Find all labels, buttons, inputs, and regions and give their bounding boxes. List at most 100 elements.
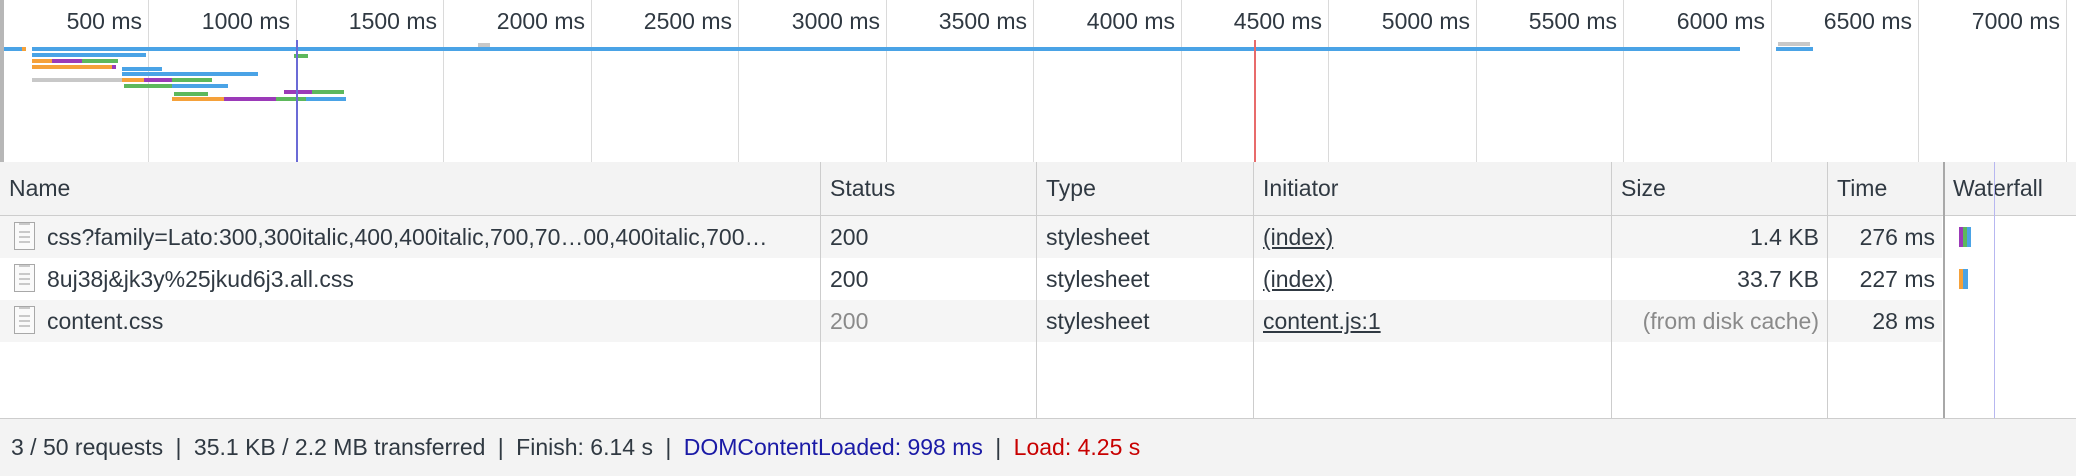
separator: | — [175, 434, 182, 460]
overview-request-segment — [122, 78, 144, 82]
table-header: Name Status Type Initiator Size Time Wat… — [0, 162, 2076, 216]
overview-tick-label: 3500 ms — [938, 8, 1027, 34]
request-count: 3 / 50 requests — [11, 434, 164, 460]
table-row[interactable]: 8uj38j&jk3y%25jkud6j3.all.css 200 styles… — [0, 258, 1942, 300]
overview-request-segment — [284, 90, 312, 94]
overview-tick-label: 4000 ms — [1086, 8, 1175, 34]
request-initiator-link[interactable]: (index) — [1263, 258, 1603, 300]
overview-request-segment — [1778, 42, 1810, 46]
domcontentloaded-time: DOMContentLoaded: 998 ms — [683, 434, 983, 460]
overview-request-segment — [82, 53, 146, 57]
column-header-status[interactable]: Status — [821, 162, 1036, 215]
overview-gridline — [1328, 0, 1329, 162]
overview-request-segment — [22, 47, 26, 51]
document-icon — [14, 264, 35, 292]
request-type: stylesheet — [1046, 308, 1150, 334]
request-name[interactable]: 8uj38j&jk3y%25jkud6j3.all.css — [47, 258, 812, 300]
overview-request-segment — [32, 65, 112, 69]
load-marker — [1254, 40, 1256, 162]
separator: | — [665, 434, 672, 460]
request-size: 33.7 KB — [1737, 266, 1819, 292]
request-type: stylesheet — [1046, 266, 1150, 292]
overview-request-segment — [82, 59, 118, 63]
network-request-table: Name Status Type Initiator Size Time Wat… — [0, 162, 2076, 418]
overview-tick-label: 5000 ms — [1381, 8, 1470, 34]
overview-gridline — [1623, 0, 1624, 162]
load-time: Load: 4.25 s — [1013, 434, 1141, 460]
overview-tick-label: 5500 ms — [1528, 8, 1617, 34]
waterfall-bar — [1967, 227, 1971, 247]
overview-request-segment — [1776, 47, 1813, 51]
overview-request-segment — [172, 84, 228, 88]
request-type: stylesheet — [1046, 224, 1150, 250]
column-header-type[interactable]: Type — [1037, 162, 1253, 215]
overview-gridline — [443, 0, 444, 162]
overview-request-segment — [172, 97, 224, 101]
overview-tick-label: 2500 ms — [643, 8, 732, 34]
overview-request-segment — [32, 78, 122, 82]
overview-gridline — [2066, 0, 2067, 162]
request-name[interactable]: css?family=Lato:300,300italic,400,400ita… — [47, 216, 812, 258]
overview-tick-label: 6500 ms — [1823, 8, 1912, 34]
request-status: 200 — [830, 224, 869, 250]
overview-gridline — [1033, 0, 1034, 162]
overview-tick-label: 7000 ms — [1971, 8, 2060, 34]
overview-request-segment — [32, 59, 52, 63]
overview-tick-label: 6000 ms — [1676, 8, 1765, 34]
overview-request-segment — [172, 78, 212, 82]
column-header-size[interactable]: Size — [1612, 162, 1827, 215]
column-header-time[interactable]: Time — [1828, 162, 1943, 215]
request-time: 227 ms — [1859, 266, 1935, 292]
request-initiator-link[interactable]: (index) — [1263, 216, 1603, 258]
overview-request-segment — [478, 43, 490, 47]
overview-request-segment — [312, 90, 344, 94]
request-time: 28 ms — [1872, 308, 1935, 334]
column-divider[interactable] — [1036, 162, 1037, 418]
document-icon — [14, 222, 35, 250]
overview-request-segment — [32, 47, 1740, 51]
overview-request-segment — [122, 72, 258, 76]
column-divider[interactable] — [1827, 162, 1828, 418]
request-status: 200 — [830, 266, 869, 292]
network-status-bar: 3 / 50 requests | 35.1 KB / 2.2 MB trans… — [0, 418, 2076, 476]
document-icon — [14, 306, 35, 334]
request-size: 1.4 KB — [1749, 224, 1819, 250]
request-time: 276 ms — [1859, 224, 1935, 250]
column-divider[interactable] — [1611, 162, 1612, 418]
waterfall-bar — [1963, 269, 1968, 289]
column-header-waterfall[interactable]: Waterfall — [1944, 162, 2076, 215]
overview-tick-label: 1000 ms — [201, 8, 290, 34]
separator: | — [995, 434, 1002, 460]
column-divider[interactable] — [820, 162, 821, 418]
overview-request-segment — [124, 84, 172, 88]
waterfall-dcl-line — [1994, 162, 1995, 418]
overview-request-segment — [52, 59, 82, 63]
overview-tick-label: 1500 ms — [348, 8, 437, 34]
overview-gridline — [738, 0, 739, 162]
finish-time: Finish: 6.14 s — [516, 434, 653, 460]
request-size: (from disk cache) — [1642, 308, 1819, 334]
table-row[interactable]: content.css 200 stylesheet content.js:1 … — [0, 300, 1942, 342]
overview-request-segment — [224, 97, 276, 101]
column-header-initiator[interactable]: Initiator — [1254, 162, 1611, 215]
network-overview-timeline[interactable]: 500 ms 1000 ms 1500 ms 2000 ms 2500 ms 3000 m… — [0, 0, 2076, 163]
overview-request-segment — [112, 65, 116, 69]
overview-gridline — [1918, 0, 1919, 162]
overview-request-segment — [174, 92, 208, 96]
overview-request-segment — [306, 97, 346, 101]
overview-tick-label: 4500 ms — [1233, 8, 1322, 34]
column-header-name[interactable]: Name — [0, 162, 820, 215]
table-row[interactable]: css?family=Lato:300,300italic,400,400ita… — [0, 216, 1942, 258]
overview-tick-label: 3000 ms — [791, 8, 880, 34]
domcontentloaded-marker — [296, 40, 298, 162]
overview-tick-label: 2000 ms — [496, 8, 585, 34]
column-divider[interactable] — [1253, 162, 1254, 418]
waterfall-column — [1945, 162, 2076, 418]
request-initiator-link[interactable]: content.js:1 — [1263, 300, 1603, 342]
request-status: 200 — [830, 308, 869, 334]
overview-request-segment — [32, 53, 82, 57]
request-name[interactable]: content.css — [47, 300, 812, 342]
transferred-size: 35.1 KB / 2.2 MB transferred — [193, 434, 486, 460]
overview-request-segment — [276, 97, 306, 101]
overview-tick-label: 500 ms — [66, 8, 142, 34]
